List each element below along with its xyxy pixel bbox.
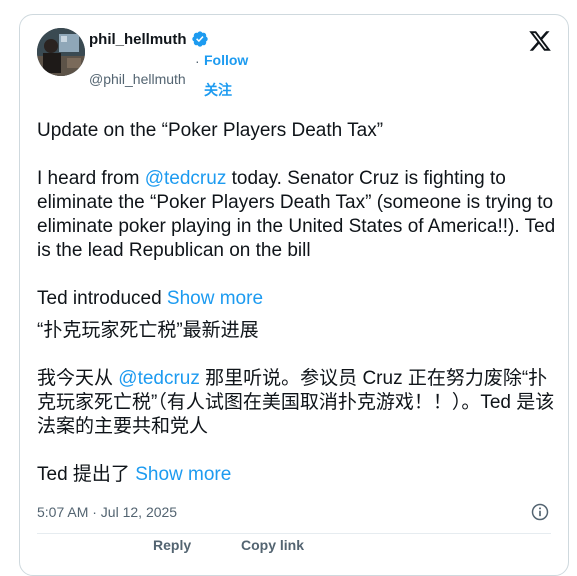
show-more-link[interactable]: Show more <box>167 288 263 309</box>
tweet-text-para3: Ted introduced Show more <box>37 287 557 311</box>
translated-para2: 我今天从 @tedcruz 那里听说。参议员 Cruz 正在努力废除“扑克玩家死… <box>37 367 557 439</box>
follow-button[interactable]: Follow <box>204 52 248 68</box>
translated-para2-start: 我今天从 <box>37 368 119 389</box>
tweet-card: phil_hellmuth @phil_hellmuth · Follow 关注… <box>19 14 569 576</box>
translated-show-more-link[interactable]: Show more <box>135 464 231 485</box>
follow-button-translated[interactable]: 关注 <box>204 80 232 100</box>
tweet-text-para3-start: Ted introduced <box>37 288 167 309</box>
author-name[interactable]: phil_hellmuth <box>89 31 187 48</box>
translated-para3-start: Ted 提出了 <box>37 464 136 485</box>
translated-para3: Ted 提出了 Show more <box>37 463 557 487</box>
author-name-row: phil_hellmuth <box>89 30 209 48</box>
translated-line1: “扑克玩家死亡税”最新进展 <box>37 320 259 341</box>
verified-badge-icon <box>191 31 208 47</box>
tweet-text-para2-start: I heard from <box>37 168 145 189</box>
author-handle[interactable]: @phil_hellmuth <box>89 71 186 87</box>
avatar[interactable] <box>37 28 85 76</box>
tweet-text-line1: Update on the “Poker Players Death Tax” <box>37 120 384 141</box>
tweet-text-para2: I heard from @tedcruz today. Senator Cru… <box>37 167 557 263</box>
divider <box>37 533 551 534</box>
mention-link[interactable]: @tedcruz <box>145 168 227 189</box>
x-logo-icon[interactable] <box>528 29 552 53</box>
tweet-timestamp[interactable]: 5:07 AM · Jul 12, 2025 <box>37 504 177 520</box>
copy-link-button[interactable]: Copy link <box>241 537 304 553</box>
info-icon[interactable] <box>530 502 550 522</box>
reply-button[interactable]: Reply <box>153 537 191 553</box>
avatar-image <box>37 28 85 76</box>
follow-separator: · <box>195 53 200 69</box>
translated-mention-link[interactable]: @tedcruz <box>118 368 200 389</box>
